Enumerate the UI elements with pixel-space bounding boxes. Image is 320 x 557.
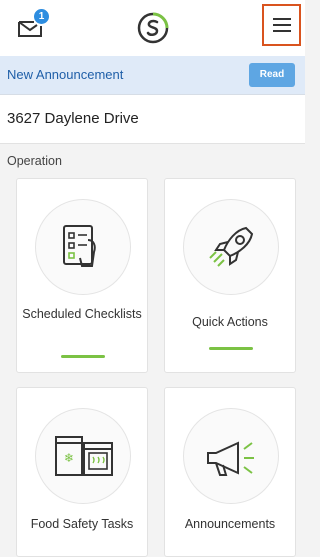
card-label: Quick Actions bbox=[192, 315, 268, 329]
card-active-indicator bbox=[61, 355, 105, 358]
card-label: Food Safety Tasks bbox=[30, 517, 134, 531]
location-address: 3627 Daylene Drive bbox=[7, 110, 139, 127]
card-label: Announcements bbox=[184, 517, 276, 531]
section-title: Operation bbox=[7, 154, 62, 168]
card-food-safety-tasks[interactable]: ❄ Food Safety Tasks bbox=[16, 387, 148, 557]
card-announcements[interactable]: Announcements bbox=[164, 387, 296, 557]
logo-icon bbox=[136, 11, 170, 45]
hamburger-menu-button[interactable] bbox=[262, 4, 301, 46]
checklist-icon bbox=[63, 225, 96, 267]
app-header: 1 bbox=[0, 0, 305, 56]
location-row[interactable]: 3627 Daylene Drive bbox=[0, 95, 305, 144]
mail-badge: 1 bbox=[33, 8, 50, 25]
banner-title: New Announcement bbox=[7, 67, 124, 82]
megaphone-icon bbox=[207, 441, 254, 476]
rocket-icon bbox=[209, 226, 254, 267]
fridge-oven-icon: ❄ bbox=[55, 436, 113, 476]
read-button[interactable]: Read bbox=[249, 63, 295, 87]
card-quick-actions[interactable]: Quick Actions bbox=[164, 178, 296, 373]
card-active-indicator bbox=[209, 347, 253, 350]
hamburger-menu-icon bbox=[273, 18, 291, 32]
svg-text:❄: ❄ bbox=[64, 451, 74, 465]
card-label: Scheduled Checklists bbox=[22, 307, 142, 321]
announcement-banner[interactable]: New Announcement Read bbox=[0, 56, 305, 95]
card-scheduled-checklists[interactable]: Scheduled Checklists bbox=[16, 178, 148, 373]
